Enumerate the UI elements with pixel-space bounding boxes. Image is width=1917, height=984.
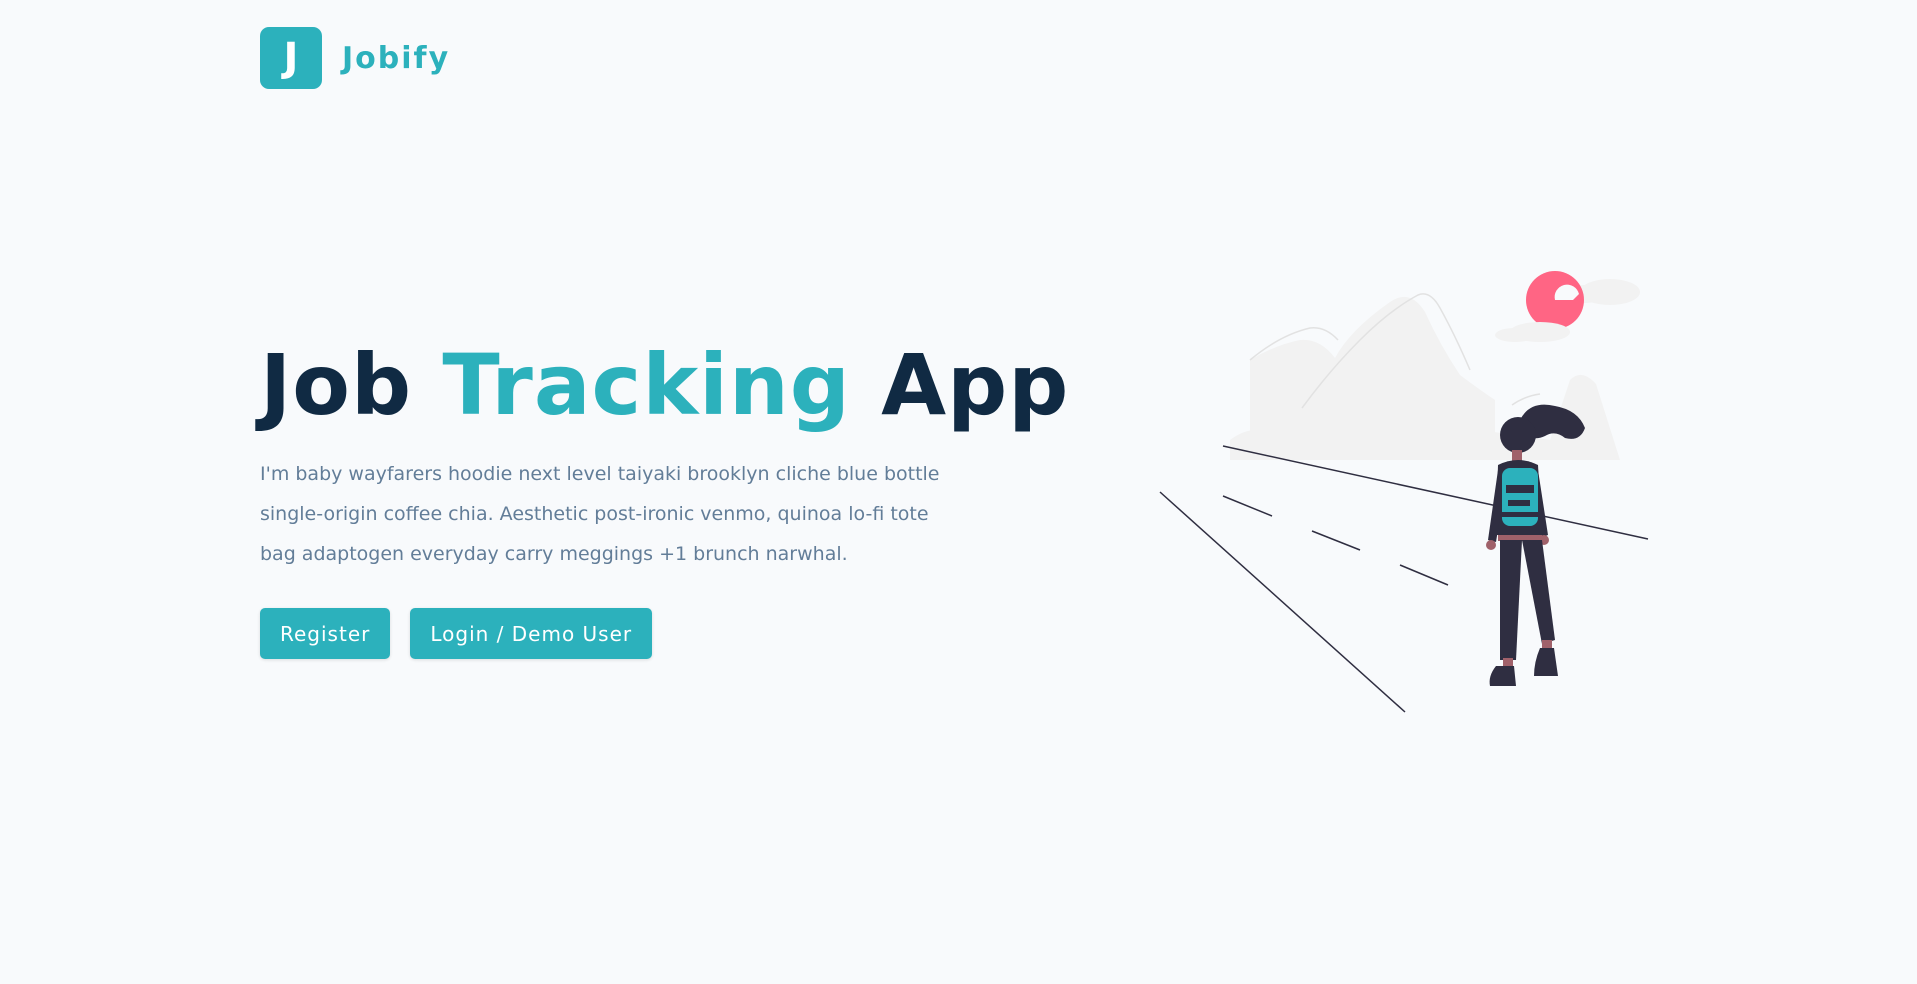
backpack-icon [1502, 468, 1538, 526]
title-part-job: Job [260, 336, 443, 434]
logo-icon: J [260, 27, 322, 89]
road [1159, 445, 1649, 713]
navbar: J Jobify [260, 27, 450, 89]
sky-decor [1495, 271, 1640, 342]
hero-description: I'm baby wayfarers hoodie next level tai… [260, 463, 940, 565]
hero-actions: Register Login / Demo User [260, 608, 1100, 659]
landing-page: J Jobify Job Tracking App I'm baby wayfa… [0, 0, 1917, 984]
login-demo-button[interactable]: Login / Demo User [410, 608, 653, 659]
title-part-app: App [850, 336, 1070, 434]
woman-with-backpack-on-road-illustration-icon [1159, 271, 1649, 713]
register-button[interactable]: Register [260, 608, 391, 659]
logo-letter: J [283, 35, 299, 81]
hero-section: Job Tracking App I'm baby wayfarers hood… [260, 330, 1100, 659]
page-title: Job Tracking App [260, 330, 1100, 440]
title-accent-tracking: Tracking [442, 336, 851, 434]
brand-name: Jobify [342, 40, 451, 76]
